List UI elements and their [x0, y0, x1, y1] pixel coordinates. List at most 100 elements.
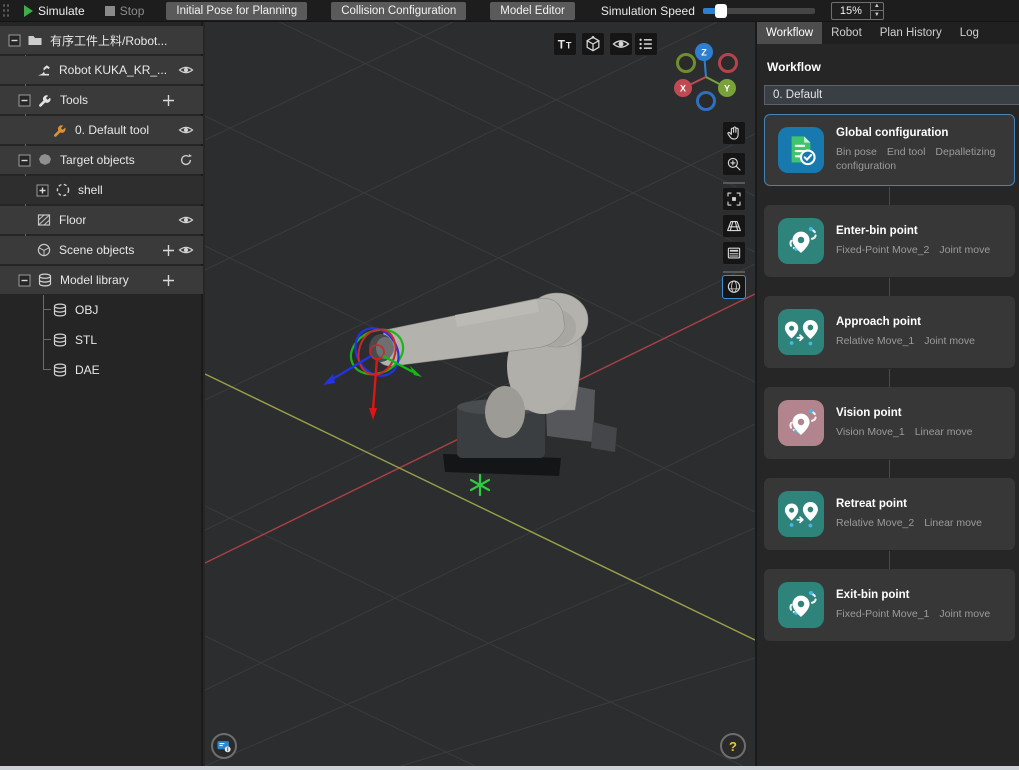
show-labels-button[interactable]: T T	[553, 32, 577, 56]
tab-plan-history[interactable]: Plan History	[871, 22, 951, 44]
visibility-toggle[interactable]	[177, 211, 195, 229]
play-icon	[24, 5, 33, 17]
two-pins-icon	[778, 309, 824, 355]
panel-lines-icon	[725, 244, 743, 262]
workflow-card-exit-bin-point[interactable]: Exit-bin point Fixed-Point Move_1Joint m…	[764, 569, 1015, 641]
add-tool-button[interactable]	[159, 91, 177, 109]
workflow-card-approach-point[interactable]: Approach point Relative Move_1Joint move	[764, 296, 1015, 368]
eye-icon	[178, 124, 194, 136]
database-icon	[37, 272, 53, 288]
workflow-card-retreat-point[interactable]: Retreat point Relative Move_2Linear move	[764, 478, 1015, 550]
tab-robot[interactable]: Robot	[822, 22, 871, 44]
globe-icon	[725, 278, 743, 296]
stop-icon	[105, 6, 115, 16]
add-scene-object-button[interactable]	[159, 241, 177, 259]
tree-item-label: Scene objects	[59, 243, 134, 257]
expand-box-icon[interactable]	[36, 184, 49, 197]
tree-item-tools[interactable]: Tools	[0, 86, 203, 114]
card-tags: Relative Move_2Linear move	[836, 516, 1006, 530]
gizmo-toggle-button[interactable]	[581, 32, 605, 56]
workflow-connector	[889, 369, 890, 388]
stop-button[interactable]: Stop	[95, 0, 155, 22]
tree-item-stl[interactable]: STL	[0, 326, 203, 354]
database-icon	[52, 332, 68, 348]
spin-up-icon[interactable]: ▲	[871, 3, 883, 12]
card-title: Vision point	[836, 407, 1006, 419]
add-model-button[interactable]	[159, 271, 177, 289]
card-title: Enter-bin point	[836, 225, 1006, 237]
slider-handle[interactable]	[715, 4, 727, 18]
tree-item-shell[interactable]: shell	[0, 176, 203, 204]
tree-item-scene-objects[interactable]: Scene objects	[0, 236, 203, 264]
eye-icon	[178, 214, 194, 226]
tree-item-label: DAE	[75, 363, 100, 377]
rail-separator	[723, 271, 745, 273]
simulation-speed-slider[interactable]	[703, 8, 815, 14]
card-title: Approach point	[836, 316, 1006, 328]
refresh-button[interactable]	[177, 151, 195, 169]
speed-spinbox[interactable]: 15% ▲ ▼	[831, 2, 884, 20]
zoom-in-tool-button[interactable]	[722, 152, 746, 176]
card-tags: Vision Move_1Linear move	[836, 425, 1006, 439]
spin-down-icon[interactable]: ▼	[871, 11, 883, 19]
scene-canvas	[205, 22, 755, 766]
globe-view-button[interactable]	[722, 275, 746, 299]
collapse-box-icon[interactable]	[18, 274, 31, 287]
text-labels-icon: T T	[555, 34, 575, 54]
frustum-view-button[interactable]	[722, 214, 746, 238]
viewport-3d[interactable]: T T	[205, 22, 755, 766]
tree-item-obj[interactable]: OBJ	[0, 296, 203, 324]
help-button[interactable]: ?	[720, 733, 746, 759]
visibility-toggle[interactable]	[177, 121, 195, 139]
plus-icon	[162, 274, 175, 287]
toolbar-grip-handle[interactable]	[2, 3, 10, 19]
axis-neg-y-ball	[678, 55, 695, 72]
workflow-card-enter-bin-point[interactable]: Enter-bin point Fixed-Point Move_2Joint …	[764, 205, 1015, 277]
list-icon	[636, 34, 656, 54]
axis-x-label: X	[680, 84, 686, 94]
right-panel-tabs: Workflow Robot Plan History Log	[757, 22, 1019, 44]
tree-item-dae[interactable]: DAE	[0, 356, 203, 384]
window-bottom-edge	[0, 766, 1019, 770]
tab-log[interactable]: Log	[951, 22, 988, 44]
workflow-card-vision-point[interactable]: Vision point Vision Move_1Linear move	[764, 387, 1015, 459]
collapse-box-icon[interactable]	[8, 34, 21, 47]
tree-item-model-library[interactable]: Model library	[0, 266, 203, 294]
tree-item-floor[interactable]: Floor	[0, 206, 203, 234]
axis-y-label: Y	[724, 84, 730, 94]
workflow-card-global-configuration[interactable]: Global configuration Bin poseEnd toolDep…	[764, 114, 1015, 186]
tree-item-project-root[interactable]: 有序工件上料/Robot...	[0, 26, 203, 54]
workflow-connector	[889, 187, 890, 206]
stop-label: Stop	[120, 4, 145, 18]
floor-icon	[36, 212, 52, 228]
base-marker-asterisk	[471, 475, 489, 495]
tree-item-robot[interactable]: Robot KUKA_KR_...	[0, 56, 203, 84]
card-title: Retreat point	[836, 498, 1006, 510]
wrench-orange-icon	[52, 122, 68, 138]
visibility-toggle[interactable]	[177, 241, 195, 259]
collision-configuration-button[interactable]: Collision Configuration	[331, 2, 466, 20]
visibility-button[interactable]	[609, 32, 633, 56]
eye-icon	[178, 64, 194, 76]
simulate-button[interactable]: Simulate	[14, 0, 95, 22]
pan-tool-button[interactable]	[722, 121, 746, 145]
tree-item-target-objects[interactable]: Target objects	[0, 146, 203, 174]
model-editor-button[interactable]: Model Editor	[490, 2, 575, 20]
workflow-selector[interactable]: 0. Default	[764, 85, 1019, 105]
tree-item-default-tool[interactable]: 0. Default tool	[0, 116, 203, 144]
initial-pose-button[interactable]: Initial Pose for Planning	[166, 2, 307, 20]
collapse-box-icon[interactable]	[18, 154, 31, 167]
panel-lines-button[interactable]	[722, 241, 746, 265]
doc-check-icon	[778, 127, 824, 173]
fit-view-button[interactable]	[722, 187, 746, 211]
blob-icon	[37, 152, 53, 168]
collapse-box-icon[interactable]	[18, 94, 31, 107]
tree-item-label: Target objects	[60, 153, 135, 167]
visibility-toggle[interactable]	[177, 61, 195, 79]
wrench-icon	[37, 92, 53, 108]
tab-workflow[interactable]: Workflow	[757, 22, 822, 44]
status-monitor-button[interactable]	[211, 733, 237, 759]
axis-navigation-gizmo[interactable]: Z X Y	[663, 40, 749, 120]
list-view-button[interactable]	[634, 32, 658, 56]
simulate-label: Simulate	[38, 4, 85, 18]
